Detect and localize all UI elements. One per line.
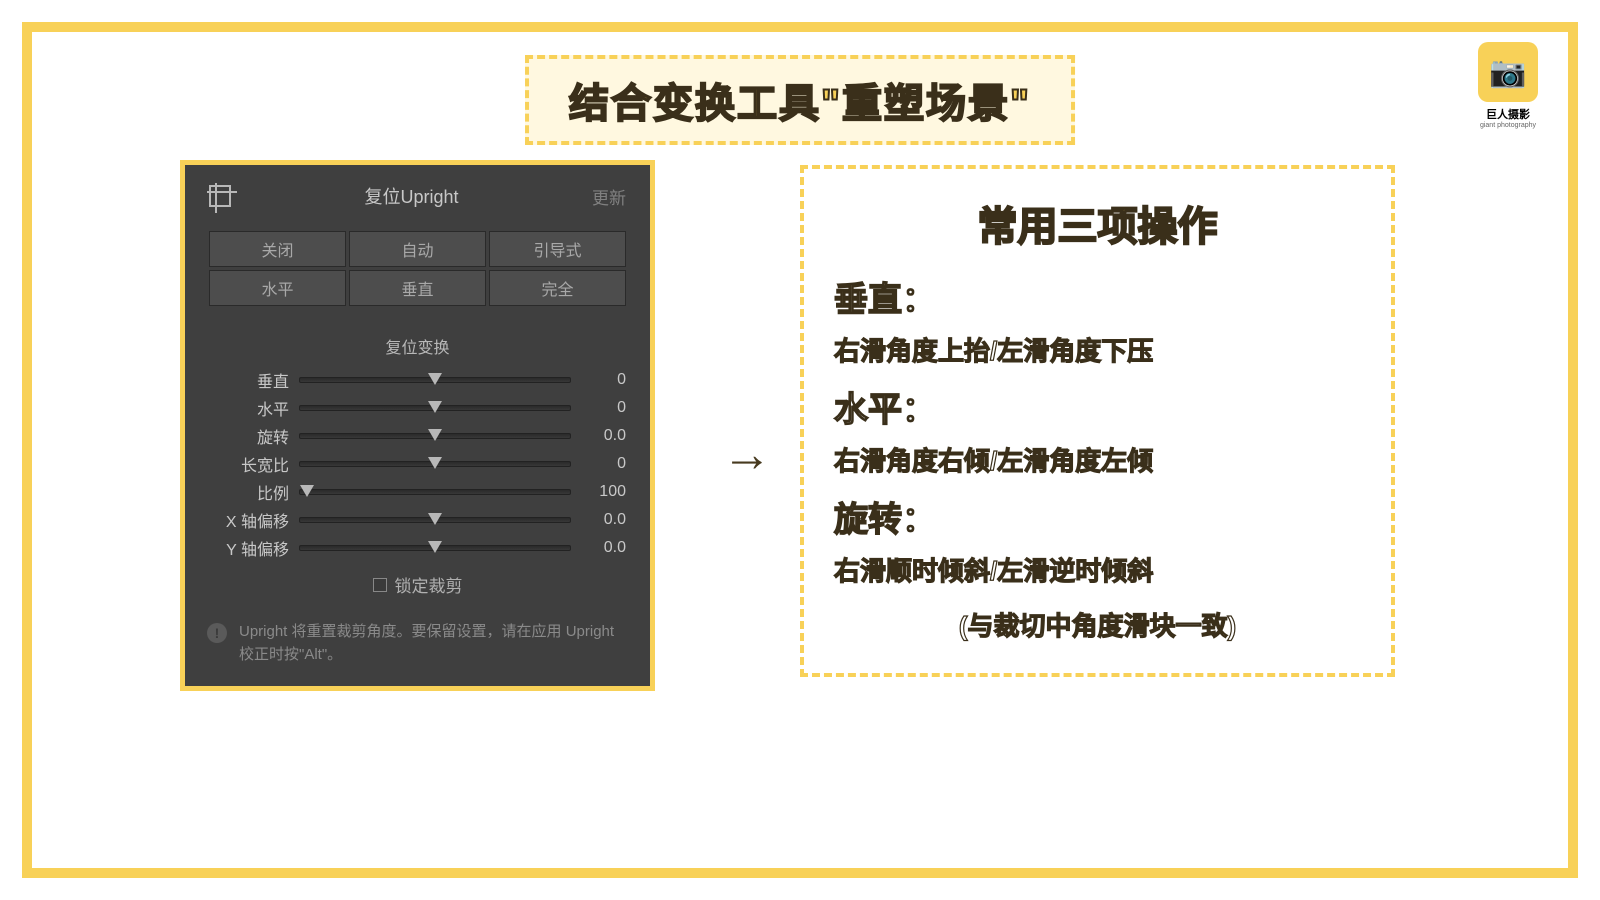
slider-row: 旋转 0.0	[203, 424, 632, 448]
slider-track[interactable]	[299, 433, 571, 439]
slider-row: Y 轴偏移 0.0	[203, 536, 632, 560]
panel-title: 复位Upright	[364, 183, 458, 209]
slider-row: 垂直 0	[203, 368, 632, 392]
slider-label: 旋转	[209, 424, 299, 448]
slider-track[interactable]	[299, 489, 571, 495]
mode-full-button[interactable]: 完全	[489, 270, 626, 306]
slider-label: 比例	[209, 480, 299, 504]
mode-level-button[interactable]: 水平	[209, 270, 346, 306]
mode-auto-button[interactable]: 自动	[349, 231, 486, 267]
brand-name: 巨人摄影	[1468, 106, 1548, 122]
instructions-note: (与裁切中角度滑块一致)	[834, 606, 1361, 643]
slider-thumb[interactable]	[428, 373, 442, 385]
slider-value: 0.0	[571, 539, 626, 557]
warning-text: Upright 将重置裁剪角度。要保留设置，请在应用 Upright 校正时按"…	[239, 621, 628, 666]
slider-value: 0.0	[571, 511, 626, 529]
slider-thumb[interactable]	[428, 401, 442, 413]
warning-row: ! Upright 将重置裁剪角度。要保留设置，请在应用 Upright 校正时…	[203, 621, 632, 666]
mode-guided-button[interactable]: 引导式	[489, 231, 626, 267]
crop-icon[interactable]	[209, 185, 231, 207]
slider-value: 0	[571, 399, 626, 417]
brand-sub: giant photography	[1468, 122, 1548, 129]
slider-value: 0	[571, 455, 626, 473]
slider-track[interactable]	[299, 377, 571, 383]
slider-thumb[interactable]	[428, 429, 442, 441]
transform-panel-frame: 复位Upright 更新 关闭 自动 引导式 水平 垂直 完全 复位变换 垂直 …	[180, 160, 655, 691]
mode-off-button[interactable]: 关闭	[209, 231, 346, 267]
slider-label: X 轴偏移	[209, 508, 299, 532]
instruction-heading: 旋转：	[834, 492, 1361, 541]
slider-label: 水平	[209, 396, 299, 420]
slider-row: X 轴偏移 0.0	[203, 508, 632, 532]
page-title-box: 结合变换工具"重塑场景"	[525, 55, 1075, 145]
slider-row: 长宽比 0	[203, 452, 632, 476]
slider-thumb[interactable]	[300, 485, 314, 497]
instruction-heading: 水平：	[834, 382, 1361, 431]
arrow-icon: →	[722, 425, 772, 483]
slider-row: 水平 0	[203, 396, 632, 420]
slider-value: 0.0	[571, 427, 626, 445]
instructions-title: 常用三项操作	[834, 194, 1361, 252]
update-button[interactable]: 更新	[592, 184, 626, 209]
instruction-body: 右滑角度上抬/左滑角度下压	[834, 331, 1361, 368]
slider-value: 0	[571, 371, 626, 389]
section-label: 复位变换	[203, 334, 632, 358]
page-title: 结合变换工具"重塑场景"	[569, 71, 1031, 129]
slider-row: 比例 100	[203, 480, 632, 504]
slider-thumb[interactable]	[428, 457, 442, 469]
camera-icon: 📷	[1478, 42, 1538, 102]
slider-value: 100	[571, 483, 626, 501]
mode-vertical-button[interactable]: 垂直	[349, 270, 486, 306]
slider-track[interactable]	[299, 461, 571, 467]
upright-mode-grid: 关闭 自动 引导式 水平 垂直 完全	[203, 231, 632, 306]
slider-thumb[interactable]	[428, 513, 442, 525]
slider-thumb[interactable]	[428, 541, 442, 553]
slider-label: Y 轴偏移	[209, 536, 299, 560]
slider-track[interactable]	[299, 405, 571, 411]
lock-crop-checkbox[interactable]	[373, 578, 387, 592]
lock-crop-row: 锁定裁剪	[203, 572, 632, 597]
slider-label: 垂直	[209, 368, 299, 392]
brand-logo: 📷 巨人摄影 giant photography	[1468, 42, 1548, 129]
instruction-body: 右滑角度右倾/左滑角度左倾	[834, 441, 1361, 478]
transform-panel: 复位Upright 更新 关闭 自动 引导式 水平 垂直 完全 复位变换 垂直 …	[185, 165, 650, 686]
slider-label: 长宽比	[209, 452, 299, 476]
lock-crop-label: 锁定裁剪	[395, 572, 463, 597]
instructions-box: 常用三项操作 垂直： 右滑角度上抬/左滑角度下压水平： 右滑角度右倾/左滑角度左倾旋…	[800, 165, 1395, 677]
panel-header: 复位Upright 更新	[203, 183, 632, 209]
slider-track[interactable]	[299, 545, 571, 551]
warning-icon: !	[207, 623, 227, 643]
instruction-body: 右滑顺时倾斜/左滑逆时倾斜	[834, 551, 1361, 588]
slider-track[interactable]	[299, 517, 571, 523]
instruction-heading: 垂直：	[834, 272, 1361, 321]
